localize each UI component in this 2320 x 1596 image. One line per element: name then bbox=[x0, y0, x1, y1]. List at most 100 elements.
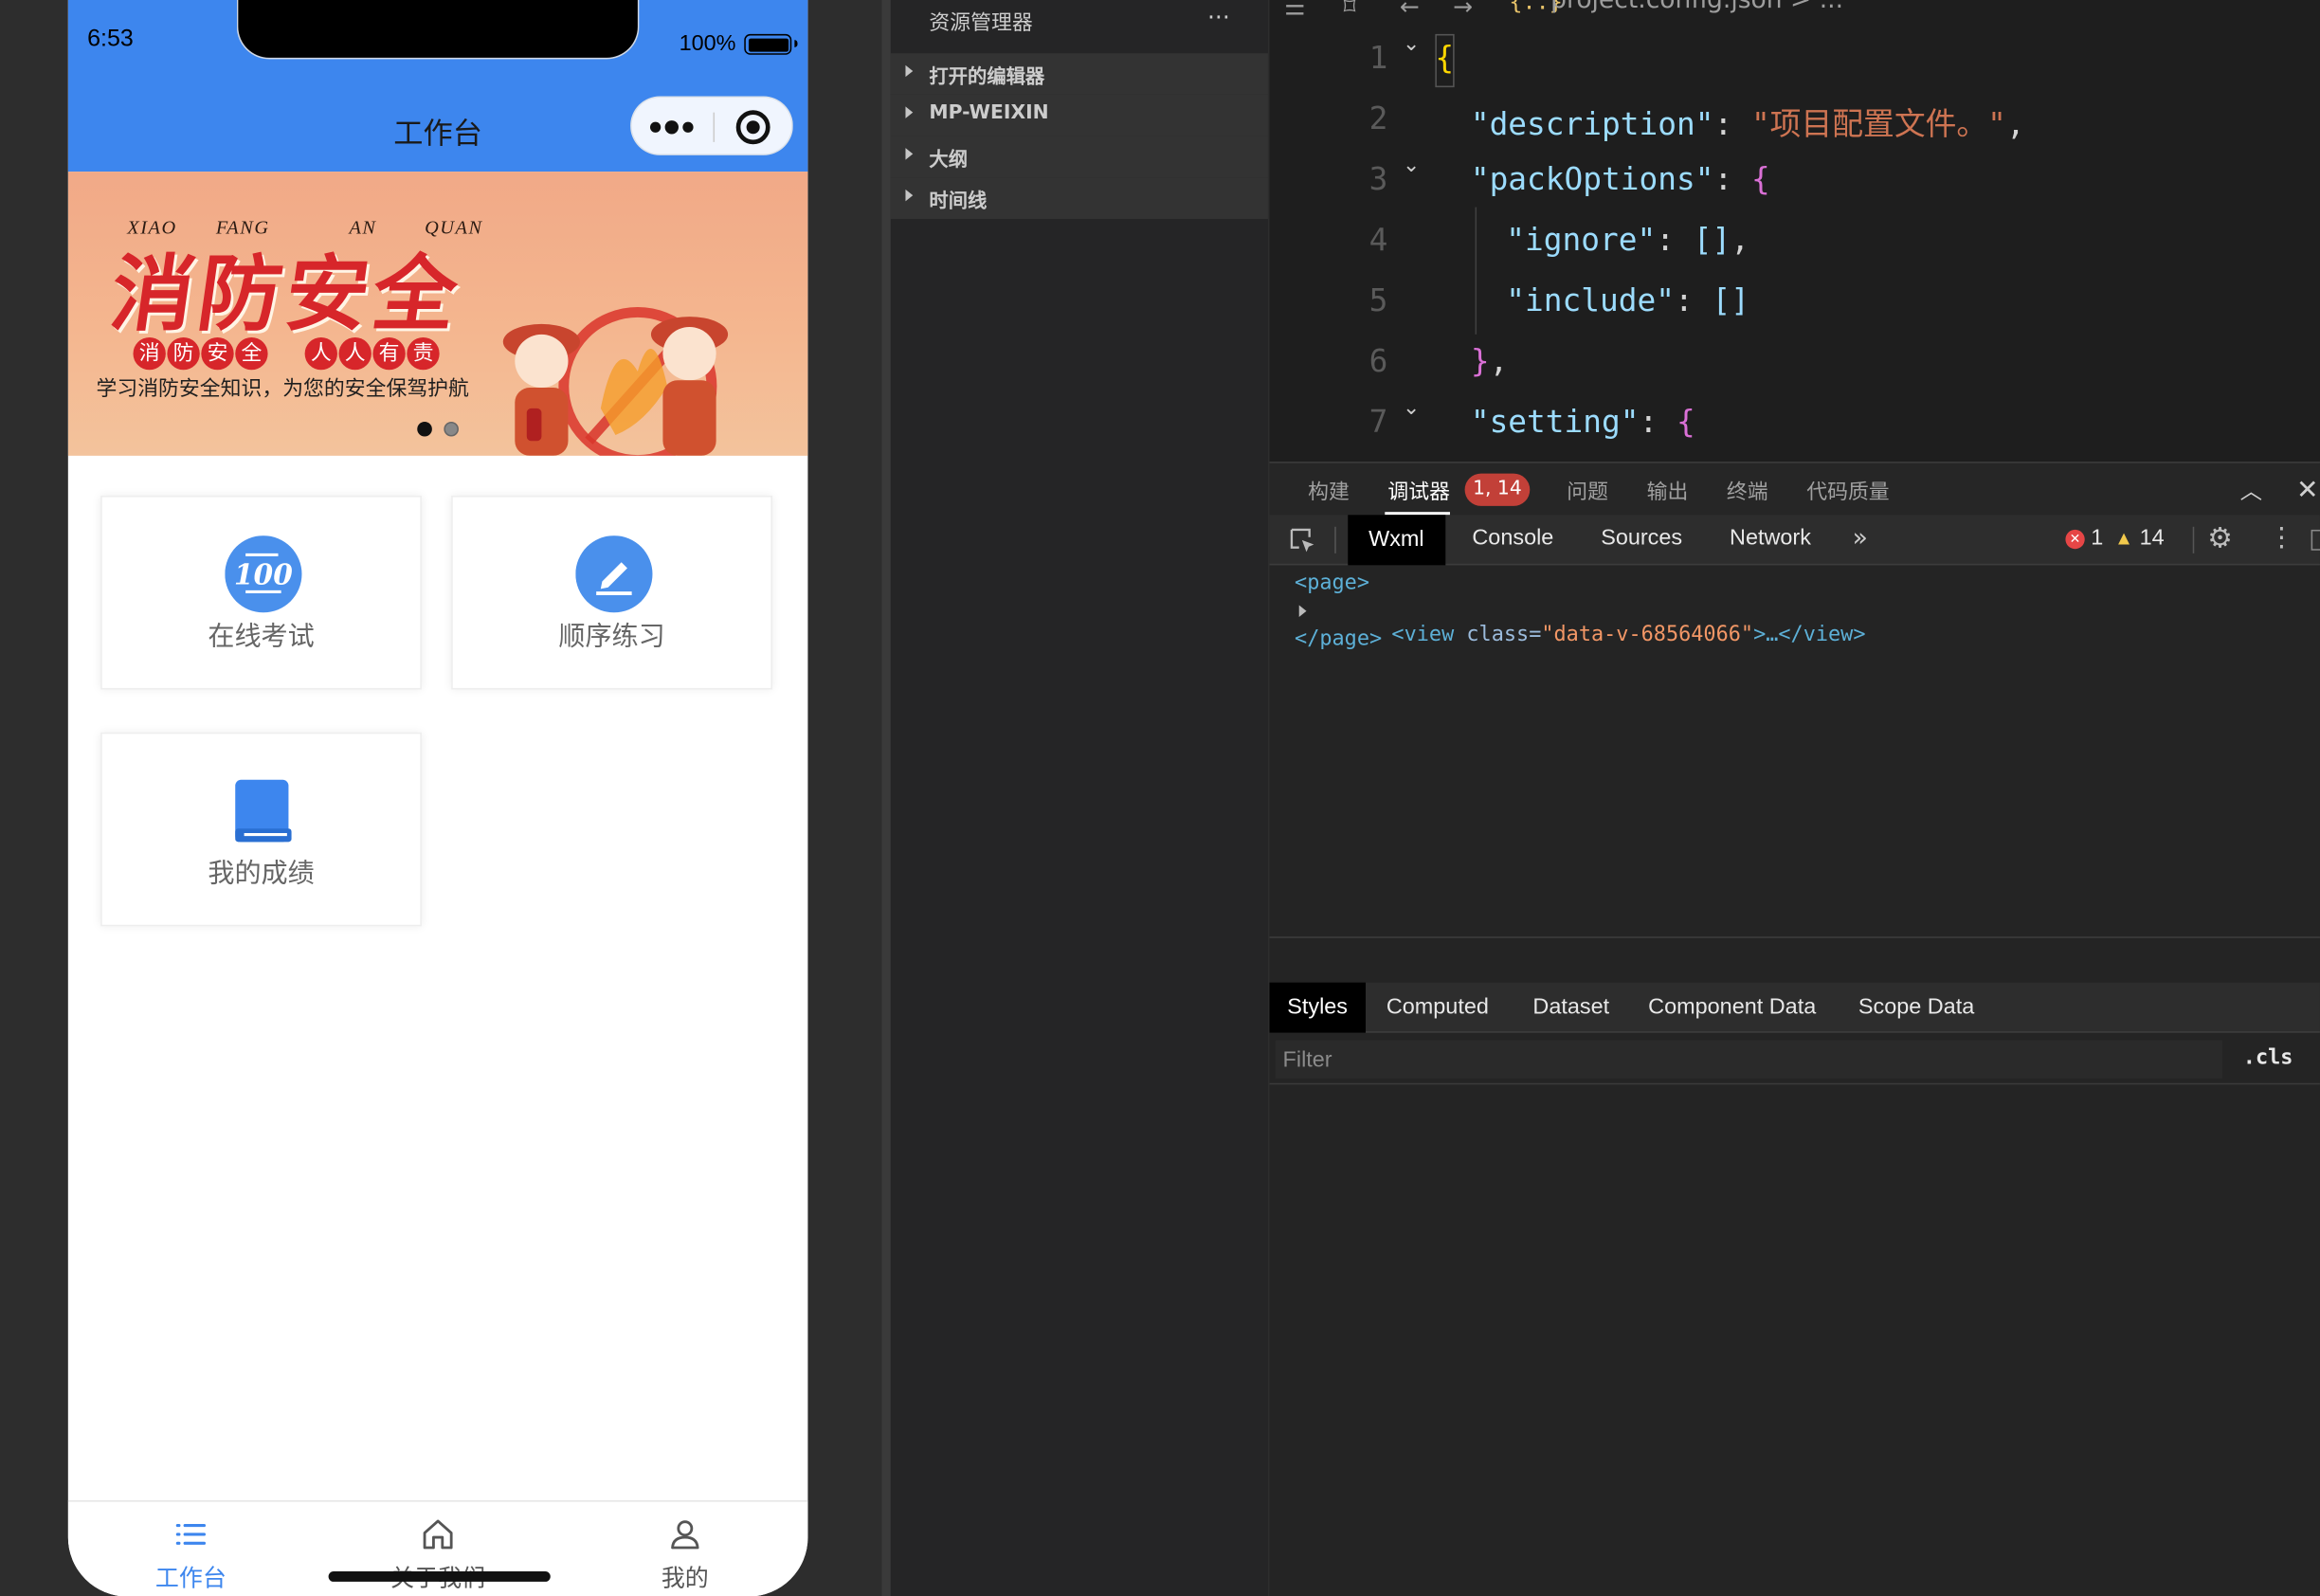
error-count[interactable]: ✕ 1 bbox=[2065, 525, 2103, 551]
indent-guide bbox=[1475, 207, 1477, 335]
chevron-up-icon[interactable]: ︿ bbox=[2240, 475, 2262, 506]
card-label: 顺序练习 bbox=[558, 621, 665, 653]
issue-count-badge: 1, 14 bbox=[1464, 473, 1531, 506]
tab-debugger[interactable]: 调试器 bbox=[1387, 477, 1450, 506]
explorer-panel: 资源管理器 ··· 打开的编辑器 MP-WEIXIN 大纲 时间线 bbox=[890, 0, 1268, 1596]
tab-workbench[interactable]: 工作台 bbox=[68, 1502, 314, 1596]
toolbar-separator bbox=[2192, 526, 2195, 553]
line-number: 5 bbox=[1368, 282, 1388, 318]
back-arrow-icon[interactable]: ← bbox=[1400, 0, 1420, 21]
more-actions-icon[interactable]: ··· bbox=[1207, 3, 1230, 31]
forward-arrow-icon[interactable]: → bbox=[1453, 0, 1473, 21]
styles-toolbar: Styles Computed Dataset Component Data S… bbox=[1269, 982, 2320, 1033]
editor-toolbar: ☰ ⌑ ← → {..} project.config.json > ... bbox=[1270, 0, 2320, 28]
cls-toggle-button[interactable]: .cls bbox=[2243, 1046, 2293, 1070]
code-editor[interactable]: ☰ ⌑ ← → {..} project.config.json > ... 1… bbox=[1269, 0, 2320, 462]
close-icon[interactable]: ✕ bbox=[2296, 475, 2319, 506]
section-label: 时间线 bbox=[929, 190, 988, 213]
tab-network[interactable]: Network bbox=[1730, 525, 1811, 551]
gear-icon[interactable]: ⚙ bbox=[2207, 522, 2233, 554]
fold-chevron-icon[interactable]: ⌄ bbox=[1403, 396, 1420, 420]
code-line: "ignore": [], bbox=[1506, 222, 1749, 258]
tab-output[interactable]: 输出 bbox=[1647, 477, 1689, 506]
breadcrumb-file[interactable]: project.config.json > ... bbox=[1550, 0, 1843, 15]
firefighters-illustration bbox=[502, 306, 729, 456]
tab-dataset[interactable]: Dataset bbox=[1532, 994, 1609, 1020]
fold-chevron-icon[interactable]: ⌄ bbox=[1403, 32, 1420, 56]
tab-computed[interactable]: Computed bbox=[1387, 994, 1489, 1020]
fold-chevron-icon[interactable]: ⌄ bbox=[1403, 154, 1420, 177]
warning-count[interactable]: ▲ 14 bbox=[2114, 525, 2165, 551]
tab-scope-data[interactable]: Scope Data bbox=[1858, 994, 1974, 1020]
card-label: 在线考试 bbox=[208, 621, 315, 653]
code-line: "setting": { bbox=[1470, 404, 1695, 440]
line-number: 2 bbox=[1368, 100, 1388, 136]
home-indicator bbox=[328, 1570, 551, 1582]
tab-build[interactable]: 构建 bbox=[1308, 477, 1350, 506]
banner-slogan-right: 人人有责 bbox=[304, 336, 442, 371]
tab-mine[interactable]: 我的 bbox=[562, 1502, 807, 1596]
styles-filter-input[interactable] bbox=[1275, 1040, 2222, 1079]
warning-icon: ▲ bbox=[2113, 526, 2134, 550]
pen-edit-icon bbox=[575, 535, 653, 613]
list-icon[interactable]: ☰ bbox=[1284, 0, 1305, 21]
pane-splitter[interactable] bbox=[1269, 936, 2320, 938]
dom-node-view[interactable]: <view class="data-v-68564066">…</view> bbox=[1298, 599, 1866, 670]
json-key: "setting" bbox=[1470, 404, 1640, 440]
kebab-menu-icon[interactable]: ⋮ bbox=[2268, 522, 2294, 553]
banner-headline: 消防安全 bbox=[104, 245, 468, 344]
expand-triangle-icon[interactable] bbox=[1298, 605, 1307, 618]
dock-side-icon[interactable] bbox=[2311, 529, 2320, 551]
section-label: MP-WEIXIN bbox=[929, 101, 1049, 125]
section-label: 大纲 bbox=[929, 149, 969, 172]
card-online-exam[interactable]: 100 在线考试 bbox=[100, 496, 422, 690]
json-key: "packOptions" bbox=[1470, 161, 1714, 197]
section-mp-weixin[interactable]: MP-WEIXIN bbox=[890, 94, 1268, 136]
filter-row: .cls bbox=[1269, 1034, 2320, 1085]
card-my-scores[interactable]: 我的成绩 bbox=[100, 732, 422, 927]
tab-problems[interactable]: 问题 bbox=[1567, 477, 1608, 506]
tab-code-quality[interactable]: 代码质量 bbox=[1806, 477, 1889, 506]
banner-subtitle: 学习消防安全知识，为您的安全保驾护航 bbox=[96, 377, 469, 402]
error-icon: ✕ bbox=[2065, 529, 2085, 550]
line-number: 4 bbox=[1368, 222, 1388, 258]
more-dots-icon[interactable] bbox=[632, 98, 714, 156]
tab-label: 工作台 bbox=[154, 1564, 227, 1592]
inspect-element-icon[interactable] bbox=[1287, 525, 1316, 554]
tab-terminal[interactable]: 终端 bbox=[1727, 477, 1768, 506]
section-timeline[interactable]: 时间线 bbox=[890, 177, 1268, 220]
phone-notch bbox=[236, 0, 640, 60]
json-key: "ignore" bbox=[1506, 222, 1657, 258]
tab-styles[interactable]: Styles bbox=[1269, 982, 1366, 1033]
tab-console[interactable]: Console bbox=[1472, 525, 1553, 551]
tab-component-data[interactable]: Component Data bbox=[1648, 994, 1816, 1020]
menu-capsule bbox=[630, 96, 794, 156]
explorer-title: 资源管理器 bbox=[929, 11, 1033, 36]
code-line: "description": "项目配置文件。", bbox=[1470, 106, 2025, 142]
section-open-editors[interactable]: 打开的编辑器 bbox=[890, 53, 1268, 95]
card-sequential-practice[interactable]: 顺序练习 bbox=[451, 496, 772, 690]
banner-slogan-left: 消防安全 bbox=[133, 336, 270, 371]
panel-divider[interactable] bbox=[881, 0, 891, 1596]
dom-node-page[interactable]: <page> bbox=[1295, 571, 1369, 595]
chevron-right-icon bbox=[905, 189, 914, 202]
section-outline[interactable]: 大纲 bbox=[890, 136, 1268, 178]
tab-about-us[interactable]: 关于我们 bbox=[316, 1502, 561, 1596]
swiper-dot-active[interactable] bbox=[417, 421, 432, 437]
more-tabs-icon[interactable]: » bbox=[1853, 524, 1868, 553]
swiper-dot[interactable] bbox=[444, 421, 459, 437]
tab-sources[interactable]: Sources bbox=[1601, 525, 1682, 551]
chevron-right-icon bbox=[905, 148, 914, 160]
code-line: "packOptions": { bbox=[1470, 161, 1770, 197]
chrome-devtools-toolbar: Wxml Console Sources Network » ✕ 1 ▲ 14 … bbox=[1269, 515, 2320, 566]
tab-wxml[interactable]: Wxml bbox=[1348, 515, 1445, 566]
phone-simulator: 6:53 100% 工作台 XIAO FANG AN QUAN 消防安全 消 防… bbox=[67, 0, 808, 1596]
chevron-right-icon bbox=[905, 64, 914, 78]
banner-swiper[interactable]: XIAO FANG AN QUAN 消防安全 消防安全 人人有责 学习消防安全知… bbox=[67, 172, 808, 456]
close-target-icon[interactable] bbox=[713, 98, 794, 156]
code-line: "include": [] bbox=[1506, 282, 1749, 318]
toolbar-separator bbox=[1334, 526, 1336, 553]
bookmark-icon[interactable]: ⌑ bbox=[1344, 0, 1356, 21]
home-icon bbox=[423, 1519, 453, 1550]
dom-node-page-close[interactable]: </page> bbox=[1295, 627, 1382, 651]
